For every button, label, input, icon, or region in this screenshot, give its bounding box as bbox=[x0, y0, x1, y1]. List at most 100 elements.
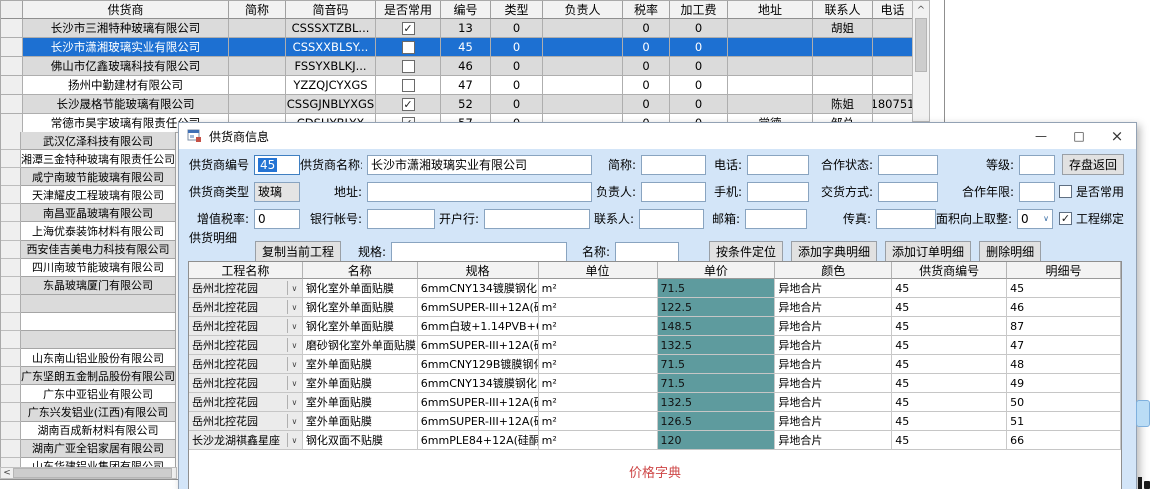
list-item[interactable]: 武汉亿泽科技有限公司 bbox=[1, 132, 177, 150]
list-item[interactable]: 湘潭三金特种玻璃有限责任公司 bbox=[1, 150, 177, 168]
bank-name-input[interactable] bbox=[484, 209, 590, 229]
column-header[interactable]: 税率 bbox=[623, 1, 670, 19]
column-header[interactable]: 联系人 bbox=[813, 1, 873, 19]
grid-column-header[interactable]: 单价 bbox=[658, 262, 776, 279]
supplier-number-input[interactable]: 45 bbox=[254, 155, 300, 175]
list-item[interactable]: 山东南山铝业股份有限公司 bbox=[1, 349, 177, 367]
table-row[interactable]: 长沙晟格节能玻璃有限公司CSSGJNBLYXGS✓52000陈姐180751 bbox=[1, 95, 913, 114]
grid-column-header[interactable]: 规格 bbox=[418, 262, 539, 279]
project-bind-checkbox[interactable]: ✓ bbox=[1059, 212, 1072, 225]
grid-row[interactable]: 岳州北控花园∨磨砂钢化室外单面贴膜6mmSUPER-III+12A(硅...m²… bbox=[189, 336, 1121, 355]
list-item[interactable]: 四川南玻节能玻璃有限公司 bbox=[1, 259, 177, 277]
project-combo-cell[interactable]: 岳州北控花园∨ bbox=[189, 298, 303, 317]
project-combo-cell[interactable]: 岳州北控花园∨ bbox=[189, 393, 303, 412]
grid-row[interactable]: 岳州北控花园∨室外单面贴膜6mmSUPER-III+12A(硅...m²126.… bbox=[189, 412, 1121, 431]
grid-column-header[interactable]: 单位 bbox=[539, 262, 658, 279]
common-flag-checkbox[interactable] bbox=[402, 60, 415, 73]
list-item[interactable]: 上海优泰装饰材料有限公司 bbox=[1, 222, 177, 240]
vat-rate-input[interactable]: 0 bbox=[254, 209, 300, 229]
table-row[interactable]: 长沙市三湘特种玻璃有限公司CSSSXTZBL...✓13000胡姐 bbox=[1, 19, 913, 38]
list-item[interactable]: 湖南百成新材料有限公司 bbox=[1, 422, 177, 440]
chevron-down-icon[interactable]: ∨ bbox=[287, 414, 301, 428]
chevron-down-icon[interactable]: ∨ bbox=[287, 319, 301, 333]
grade-input[interactable] bbox=[1019, 155, 1055, 175]
column-header[interactable]: 加工费 bbox=[670, 1, 728, 19]
scrollbar-thumb[interactable] bbox=[915, 18, 927, 72]
background-scrollbar-thumb[interactable] bbox=[1136, 400, 1150, 427]
column-header[interactable]: 简称 bbox=[229, 1, 286, 19]
address-input[interactable] bbox=[367, 182, 592, 202]
grid-row[interactable]: 岳州北控花园∨钢化室外单面贴膜6mmSUPER-III+12A(硅...m²12… bbox=[189, 298, 1121, 317]
grid-row[interactable]: 岳州北控花园∨钢化室外单面贴膜6mm白玻+1.14PVB+6mm...m²148… bbox=[189, 317, 1121, 336]
column-header[interactable]: 简音码 bbox=[286, 1, 376, 19]
grid-column-header[interactable]: 颜色 bbox=[775, 262, 892, 279]
common-flag-checkbox[interactable]: ✓ bbox=[402, 98, 415, 111]
chevron-down-icon[interactable]: ∨ bbox=[287, 300, 301, 314]
copy-current-project-button[interactable]: 复制当前工程 bbox=[255, 241, 341, 262]
manager-input[interactable] bbox=[641, 182, 706, 202]
column-header[interactable]: 类型 bbox=[491, 1, 543, 19]
project-combo-cell[interactable]: 岳州北控花园∨ bbox=[189, 374, 303, 393]
project-combo-cell[interactable]: 岳州北控花园∨ bbox=[189, 279, 303, 298]
chevron-down-icon[interactable]: ∨ bbox=[1043, 214, 1049, 223]
column-header[interactable]: 电话 bbox=[873, 1, 913, 19]
bank-account-input[interactable] bbox=[367, 209, 435, 229]
chevron-down-icon[interactable]: ∨ bbox=[287, 376, 301, 390]
grid-column-header[interactable]: 明细号 bbox=[1007, 262, 1121, 279]
project-combo-cell[interactable]: 岳州北控花园∨ bbox=[189, 336, 303, 355]
grid-row[interactable]: 岳州北控花园∨钢化室外单面贴膜6mmCNY134镀膜钢化m²71.5异地合片45… bbox=[189, 279, 1121, 298]
common-flag-checkbox[interactable]: ✓ bbox=[402, 22, 415, 35]
list-item[interactable] bbox=[1, 295, 177, 313]
list-horizontal-scrollbar[interactable]: < bbox=[0, 467, 177, 479]
list-item[interactable]: 湖南广亚全铝家居有限公司 bbox=[1, 440, 177, 458]
column-header[interactable]: 是否常用 bbox=[376, 1, 441, 19]
list-item[interactable]: 西安佳吉美电力科技有限公司 bbox=[1, 241, 177, 259]
common-flag-checkbox[interactable] bbox=[402, 79, 415, 92]
email-input[interactable] bbox=[745, 209, 807, 229]
grid-column-header[interactable]: 工程名称 bbox=[189, 262, 303, 279]
grid-row[interactable]: 岳州北控花园∨室外单面贴膜6mmSUPER-III+12A(硅...m²132.… bbox=[189, 393, 1121, 412]
chevron-down-icon[interactable]: ∨ bbox=[287, 433, 301, 447]
list-item[interactable]: 南昌亚晶玻璃有限公司 bbox=[1, 204, 177, 222]
delivery-method-input[interactable] bbox=[878, 182, 938, 202]
chevron-down-icon[interactable]: ∨ bbox=[287, 338, 301, 352]
chevron-down-icon[interactable]: ∨ bbox=[287, 395, 301, 409]
fax-input[interactable] bbox=[876, 209, 936, 229]
add-dictionary-detail-button[interactable]: 添加字典明细 bbox=[791, 241, 877, 262]
list-item[interactable]: 广东兴发铝业(江西)有限公司 bbox=[1, 403, 177, 421]
project-combo-cell[interactable]: 岳州北控花园∨ bbox=[189, 355, 303, 374]
close-button[interactable]: × bbox=[1098, 123, 1136, 149]
column-header[interactable]: 地址 bbox=[728, 1, 813, 19]
list-item[interactable]: 天津耀皮工程玻璃有限公司 bbox=[1, 186, 177, 204]
chevron-down-icon[interactable]: ∨ bbox=[287, 357, 301, 371]
supplier-type-input[interactable]: 玻璃 bbox=[254, 182, 300, 202]
mobile-input[interactable] bbox=[747, 182, 809, 202]
grid-row[interactable]: 岳州北控花园∨室外单面贴膜6mmCNY134镀膜钢化m²71.5异地合片4549 bbox=[189, 374, 1121, 393]
table-row[interactable]: 佛山市亿鑫玻璃科技有限公司FSSYXBLKJ...46000 bbox=[1, 57, 913, 76]
abbr-input[interactable] bbox=[641, 155, 706, 175]
list-item[interactable]: 山东华建铝业集团有限公司 bbox=[1, 458, 177, 467]
phone-input[interactable] bbox=[747, 155, 809, 175]
spec-filter-input[interactable] bbox=[391, 242, 567, 262]
contact-input[interactable] bbox=[639, 209, 704, 229]
grid-row[interactable]: 岳州北控花园∨室外单面贴膜6mmCNY129B镀膜钢化m²71.5异地合片454… bbox=[189, 355, 1121, 374]
project-combo-cell[interactable]: 长沙龙湖祺鑫星座∨ bbox=[189, 431, 303, 450]
list-item[interactable]: 广东中亚铝业有限公司 bbox=[1, 385, 177, 403]
chevron-down-icon[interactable]: ∨ bbox=[287, 281, 301, 295]
list-item[interactable]: 咸宁南玻节能玻璃有限公司 bbox=[1, 168, 177, 186]
project-combo-cell[interactable]: 岳州北控花园∨ bbox=[189, 412, 303, 431]
grid-column-header[interactable]: 名称 bbox=[303, 262, 418, 279]
common-checkbox[interactable] bbox=[1059, 185, 1072, 198]
list-item[interactable] bbox=[1, 331, 177, 349]
scroll-up-icon[interactable]: ^ bbox=[913, 1, 929, 16]
coop-years-input[interactable] bbox=[1019, 182, 1055, 202]
table-row[interactable]: 扬州中勤建材有限公司YZZQJCYXGS47000 bbox=[1, 76, 913, 95]
delete-detail-button[interactable]: 删除明细 bbox=[979, 241, 1041, 262]
locate-by-condition-button[interactable]: 按条件定位 bbox=[709, 241, 783, 262]
project-combo-cell[interactable]: 岳州北控花园∨ bbox=[189, 317, 303, 336]
list-item[interactable]: 广东坚朗五金制品股份有限公司 bbox=[1, 367, 177, 385]
table-row[interactable]: 长沙市潇湘玻璃实业有限公司CSSXXBLSY...45000 bbox=[1, 38, 913, 57]
column-header[interactable]: 负责人 bbox=[543, 1, 623, 19]
scrollbar-thumb[interactable] bbox=[13, 468, 172, 478]
column-header[interactable]: 编号 bbox=[441, 1, 491, 19]
